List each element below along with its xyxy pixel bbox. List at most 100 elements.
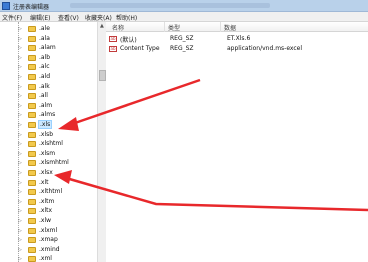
folder-icon <box>28 160 36 167</box>
tree-item[interactable]: ▷ .ala <box>18 34 97 44</box>
expand-arrow-icon[interactable]: ▷ <box>18 228 22 234</box>
folder-icon <box>28 227 36 234</box>
folder-icon <box>28 54 36 61</box>
expand-arrow-icon[interactable]: ▷ <box>18 247 22 253</box>
scrollbar-thumb[interactable] <box>99 70 106 81</box>
expand-arrow-icon[interactable]: ▷ <box>18 64 22 70</box>
expand-arrow-icon[interactable]: ▷ <box>18 237 22 243</box>
tree-item[interactable]: ▷ .xlw <box>18 216 97 226</box>
folder-icon <box>28 112 36 119</box>
expand-arrow-icon[interactable]: ▷ <box>18 122 22 128</box>
expand-arrow-icon[interactable]: ▷ <box>18 199 22 205</box>
column-header-type[interactable]: 类型 <box>168 23 180 32</box>
registry-key-tree[interactable]: ▷ .ale ▷ .ala ▷ .alam ▷ .alb ▷ .alc ▷ .ald ▷ .alk ▷ .al… <box>0 22 98 262</box>
tree-item-label: .xls <box>37 120 53 129</box>
expand-arrow-icon[interactable]: ▷ <box>18 84 22 90</box>
tree-item[interactable]: ▷ .all <box>18 91 97 101</box>
tree-item[interactable]: ▷ .alb <box>18 53 97 63</box>
folder-icon <box>28 170 36 176</box>
expand-arrow-icon[interactable]: ▷ <box>18 180 22 186</box>
tree-item[interactable]: ▷ .alc <box>18 62 97 72</box>
menu-favorites[interactable]: 收藏夹(A) <box>85 13 112 22</box>
tree-item[interactable]: ▷ .alk <box>18 82 97 92</box>
expand-arrow-icon[interactable]: ▷ <box>18 218 22 224</box>
tree-item[interactable]: ▷ .xlsb <box>18 130 97 140</box>
tree-item-label: .xlw <box>39 217 52 224</box>
value-data: application/vnd.ms-excel <box>227 45 303 52</box>
expand-arrow-icon[interactable]: ▷ <box>18 256 22 262</box>
tree-item[interactable]: ▷ .ald <box>18 72 97 82</box>
tree-item[interactable]: ▷ .xlsmhtml <box>18 158 97 168</box>
expand-arrow-icon[interactable]: ▷ <box>18 170 22 176</box>
tree-item[interactable]: ▷ .xlshtml <box>18 139 97 149</box>
folder-icon <box>28 35 36 42</box>
column-header-data[interactable]: 数据 <box>224 23 236 32</box>
tree-item-label: .all <box>39 92 48 100</box>
menu-view[interactable]: 查看(V) <box>58 13 79 22</box>
scroll-up-arrow-icon[interactable]: ▲ <box>100 23 105 29</box>
folder-icon <box>28 26 36 32</box>
tree-item-label: .alms <box>39 111 56 119</box>
value-name: Content Type <box>120 45 160 52</box>
expand-arrow-icon[interactable]: ▷ <box>18 132 22 138</box>
folder-icon <box>28 64 36 71</box>
tree-item-label: .xltm <box>39 197 55 205</box>
expand-arrow-icon[interactable]: ▷ <box>18 45 22 51</box>
tree-scrollbar[interactable]: ▲ <box>97 22 106 262</box>
expand-arrow-icon[interactable]: ▷ <box>18 74 22 80</box>
tree-item[interactable]: ▷ .alam <box>18 43 97 53</box>
expand-arrow-icon[interactable]: ▷ <box>18 55 22 61</box>
tree-item[interactable]: ▷ .xlsx <box>18 168 97 178</box>
value-row[interactable]: ab (默认) REG_SZ ET.Xls.6 <box>106 34 368 44</box>
folder-icon <box>28 102 36 109</box>
title-bar: 注册表编辑器 <box>0 0 368 12</box>
folder-icon <box>28 93 36 100</box>
values-list[interactable]: 名称 类型 数据 ab (默认) REG_SZ ET.Xls.6 ab Content T… <box>106 22 368 262</box>
expand-arrow-icon[interactable]: ▷ <box>18 141 22 147</box>
expand-arrow-icon[interactable]: ▷ <box>18 151 22 157</box>
expand-arrow-icon[interactable]: ▷ <box>18 160 22 166</box>
tree-item[interactable]: ▷ .ale <box>18 24 97 34</box>
tree-item-label: .xlsmhtml <box>39 159 69 167</box>
expand-arrow-icon[interactable]: ▷ <box>18 189 22 195</box>
values-list-header: 名称 类型 数据 <box>106 22 368 32</box>
tree-item-label: .ald <box>39 73 51 80</box>
expand-arrow-icon[interactable]: ▷ <box>18 103 22 109</box>
tree-item[interactable]: ▷ .xltm <box>18 197 97 207</box>
menu-bar: 文件(F) 编辑(E) 查看(V) 收藏夹(A) 帮助(H) <box>0 12 368 22</box>
folder-icon <box>28 74 36 80</box>
expand-arrow-icon[interactable]: ▷ <box>18 36 22 42</box>
menu-edit[interactable]: 编辑(E) <box>30 13 50 22</box>
tree-item-label: .alc <box>39 63 50 71</box>
tree-item[interactable]: ▷ .xlsm <box>18 149 97 159</box>
expand-arrow-icon[interactable]: ▷ <box>18 112 22 118</box>
string-value-icon: ab <box>109 36 117 42</box>
tree-item[interactable]: ▷ .xmap <box>18 235 97 245</box>
tree-item-label: .xlsm <box>39 149 56 157</box>
title-bar-blurred-region <box>70 3 270 8</box>
tree-item-label: .xmap <box>39 236 58 244</box>
tree-item[interactable]: ▷ .xmind <box>18 245 97 255</box>
folder-icon <box>28 179 36 186</box>
tree-item[interactable]: ▷ .xlt <box>18 178 97 188</box>
menu-help[interactable]: 帮助(H) <box>116 13 137 22</box>
tree-item[interactable]: ▷ .xltx <box>18 206 97 216</box>
expand-arrow-icon[interactable]: ▷ <box>18 26 22 32</box>
tree-item[interactable]: ▷ .alm <box>18 101 97 111</box>
column-separator[interactable] <box>220 22 221 32</box>
tree-item[interactable]: ▷ .alms <box>18 110 97 120</box>
column-header-name[interactable]: 名称 <box>112 23 124 32</box>
expand-arrow-icon[interactable]: ▷ <box>18 208 22 214</box>
value-row[interactable]: ab Content Type REG_SZ application/vnd.ms-e… <box>106 44 368 54</box>
tree-item[interactable]: ▷ .xml <box>18 254 97 262</box>
menu-file[interactable]: 文件(F) <box>2 13 22 22</box>
tree-item[interactable]: ▷ .xlxml <box>18 226 97 236</box>
tree-item[interactable]: ▷ .xls <box>18 120 97 130</box>
tree-item-label: .xmind <box>39 245 60 253</box>
column-separator[interactable] <box>164 22 165 32</box>
tree-item-label: .ala <box>39 34 50 42</box>
tree-item-label: .alm <box>39 101 53 109</box>
tree-item[interactable]: ▷ .xlthtml <box>18 187 97 197</box>
expand-arrow-icon[interactable]: ▷ <box>18 93 22 99</box>
folder-icon <box>28 122 36 128</box>
